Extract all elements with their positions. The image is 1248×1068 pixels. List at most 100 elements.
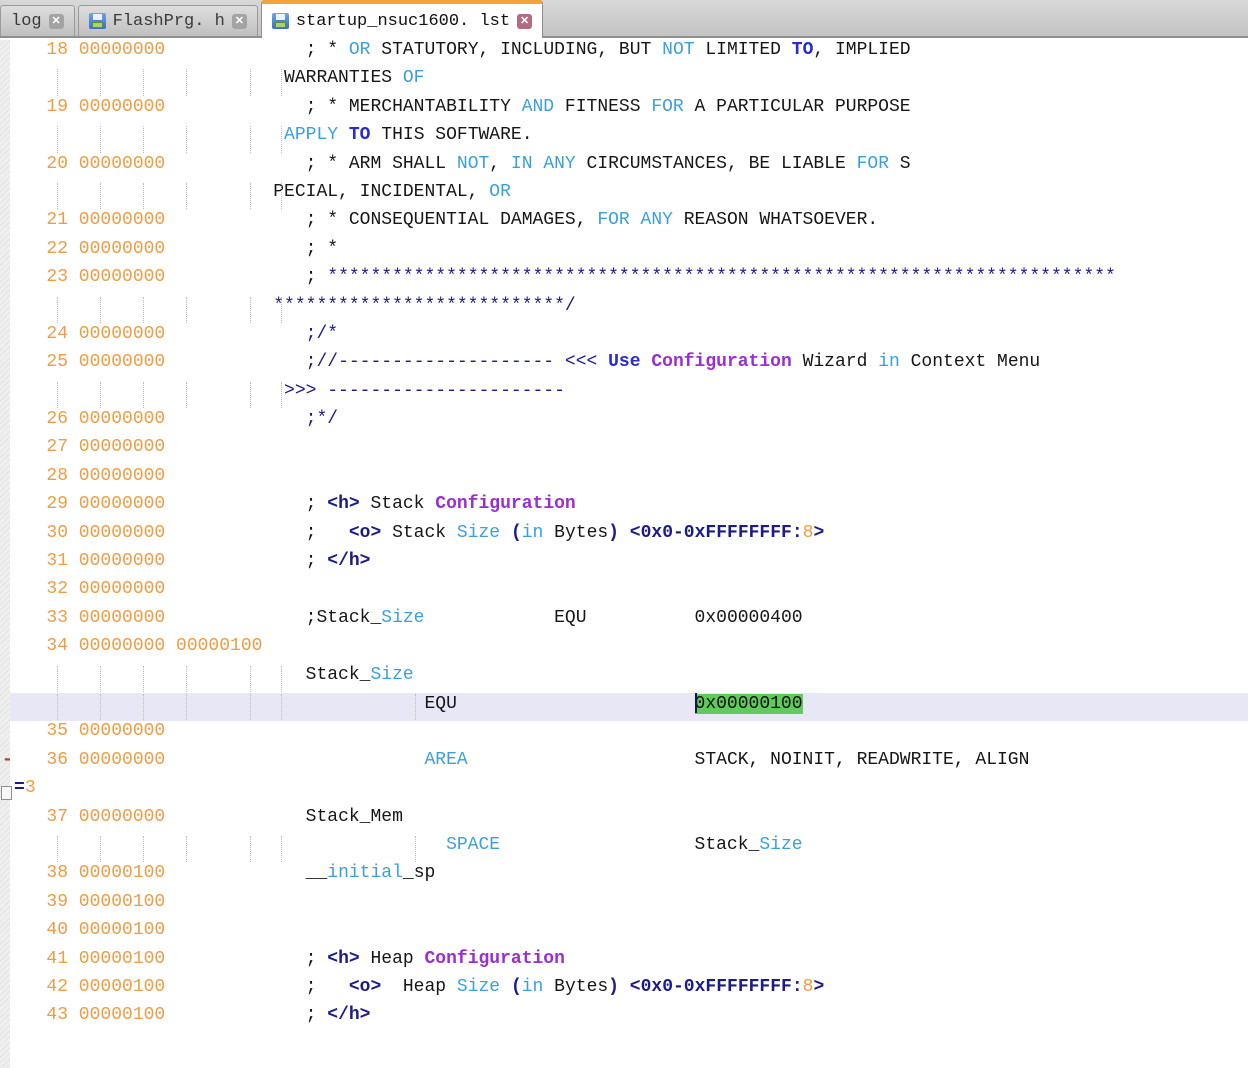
code-segment: , IMPLIED — [813, 40, 910, 60]
line-gutter: 20 00000000 — [14, 154, 165, 174]
tab-label: startup_nsuc1600. lst — [296, 12, 510, 31]
code-segment: CIRCUMSTANCES, BE LIABLE — [576, 154, 857, 174]
code-segment: NOT — [457, 154, 489, 174]
line-gutter: 24 00000000 — [14, 324, 165, 344]
code-segment: LIMITED — [695, 40, 792, 60]
indent-guide — [281, 69, 282, 95]
line-gutter: 39 00000100 — [14, 892, 165, 912]
tab-log[interactable]: log✕ — [0, 5, 75, 36]
code-segment: AREA — [424, 750, 467, 770]
text-caret — [695, 693, 697, 713]
code-segment: , — [489, 154, 511, 174]
code-segment: ) — [608, 523, 619, 543]
code-row: 35 00000000 — [0, 721, 1248, 749]
code-row: - 36 00000000 AREA STACK, NOINIT, READWR… — [0, 750, 1248, 778]
code-row: 26 00000000 ;*/ — [0, 409, 1248, 437]
code-row: 32 00000000 — [0, 579, 1248, 607]
code-row: 37 00000000 Stack_Mem — [0, 807, 1248, 835]
line-gutter: 25 00000000 — [14, 352, 165, 372]
indent-guide — [415, 694, 416, 720]
fold-box-icon[interactable] — [1, 786, 12, 800]
tab-startup-nsuc1600-lst[interactable]: startup_nsuc1600. lst ✕ — [261, 0, 543, 38]
code-segment: in — [522, 523, 544, 543]
line-gutter: 38 00000100 — [14, 863, 165, 883]
indent-guide — [143, 297, 144, 323]
code-segment: ; * — [165, 40, 349, 60]
close-icon[interactable]: ✕ — [232, 14, 247, 29]
code-segment: ; — [165, 551, 327, 571]
indent-guide — [143, 183, 144, 209]
code-segment: OR — [489, 182, 511, 202]
line-gutter: 22 00000000 — [14, 239, 165, 259]
code-segment: SPACE — [446, 835, 500, 855]
code-segment: > — [813, 523, 824, 543]
indent-guide — [186, 297, 187, 323]
indent-guide — [100, 69, 101, 95]
code-segment — [619, 977, 630, 997]
code-row: 39 00000100 — [0, 892, 1248, 920]
code-segment: ;//-------------------- <<< — [306, 352, 608, 372]
indent-guide — [186, 666, 187, 692]
code-segment: ( — [511, 523, 522, 543]
bookmark-margin — [0, 40, 10, 1068]
code-row: 28 00000000 — [0, 466, 1248, 494]
code-segment: <h> — [327, 494, 359, 514]
indent-guide — [250, 126, 251, 152]
line-gutter: 32 00000000 — [14, 579, 165, 599]
code-segment: WARRANTIES — [14, 68, 403, 88]
code-segment: APPLY — [284, 125, 338, 145]
line-gutter: 23 00000000 — [14, 267, 165, 287]
code-segment: Stack — [360, 494, 436, 514]
code-segment: REASON WHATSOEVER. — [673, 210, 878, 230]
code-segment: ; — [165, 977, 349, 997]
code-row: 42 00000100 ; <o> Heap Size (in Bytes) <… — [0, 977, 1248, 1005]
code-segment: ( — [511, 977, 522, 997]
indent-guide — [250, 836, 251, 862]
indent-guide — [57, 694, 58, 720]
code-segment: ; — [165, 949, 327, 969]
indent-guide — [281, 297, 282, 323]
line-gutter: 26 00000000 — [14, 409, 165, 429]
close-icon[interactable]: ✕ — [517, 14, 532, 29]
code-segment: THIS SOFTWARE. — [370, 125, 532, 145]
code-editor[interactable]: 18 00000000 ; * OR STATUTORY, INCLUDING,… — [0, 40, 1248, 1034]
indent-guide — [57, 69, 58, 95]
code-row: 38 00000100 __initial_sp — [0, 863, 1248, 891]
code-segment: Size — [457, 523, 500, 543]
line-gutter: 28 00000000 — [14, 466, 165, 486]
indent-guide — [143, 69, 144, 95]
indent-guide — [250, 297, 251, 323]
code-segment: __ — [165, 863, 327, 883]
code-segment: >>> ---------------------- — [284, 381, 565, 401]
indent-guide — [281, 183, 282, 209]
indent-guide — [186, 126, 187, 152]
code-segment: ; — [165, 1005, 327, 1025]
code-segment: ; * — [165, 239, 338, 259]
code-segment — [165, 352, 305, 372]
save-floppy-icon — [89, 13, 106, 29]
tab-flashprg-h[interactable]: FlashPrg. h✕ — [78, 5, 258, 36]
code-segment — [619, 523, 630, 543]
indent-guide — [57, 297, 58, 323]
match-highlight: 0x00000100 — [695, 694, 803, 714]
indent-guide — [100, 297, 101, 323]
indent-guide — [143, 382, 144, 408]
change-marker-icon[interactable]: - — [2, 750, 13, 770]
indent-guide — [250, 666, 251, 692]
indent-guide — [143, 126, 144, 152]
code-segment — [165, 409, 305, 429]
code-row: 33 00000000 ;Stack_Size EQU 0x00000400 — [0, 608, 1248, 636]
code-row: 30 00000000 ; <o> Stack Size (in Bytes) … — [0, 523, 1248, 551]
code-segment — [500, 977, 511, 997]
code-segment: Stack_ — [14, 665, 370, 685]
code-segment: ; * CONSEQUENTIAL DAMAGES, — [165, 210, 597, 230]
code-segment: ;/* — [306, 324, 338, 344]
code-segment: in — [522, 977, 544, 997]
indent-guide — [100, 126, 101, 152]
code-segment: Configuration — [651, 352, 791, 372]
code-segment: Size — [381, 608, 424, 628]
close-icon[interactable]: ✕ — [49, 14, 64, 29]
code-segment: Context Menu — [900, 352, 1040, 372]
code-segment — [14, 835, 446, 855]
indent-guide — [57, 126, 58, 152]
